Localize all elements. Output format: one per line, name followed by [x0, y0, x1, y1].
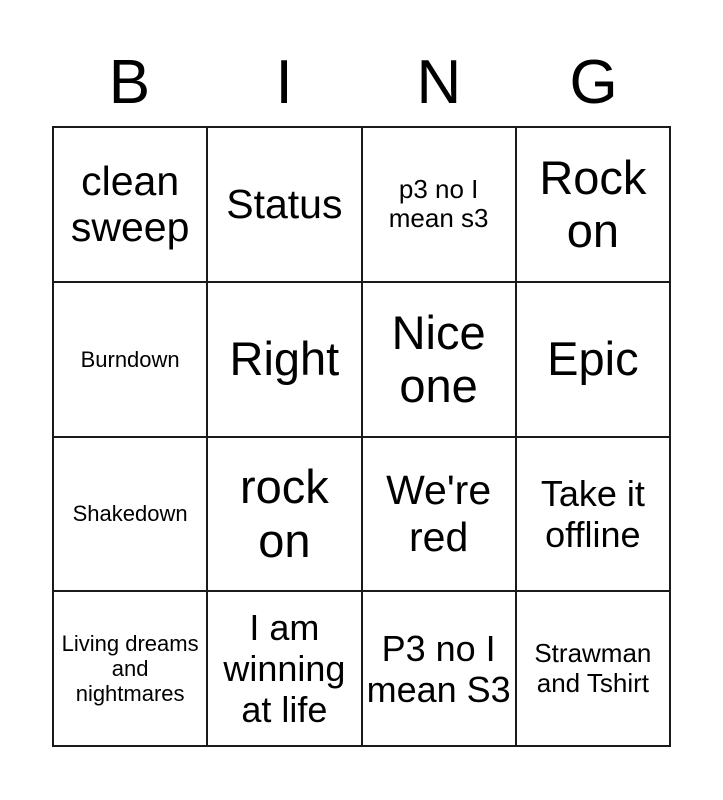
bingo-cell-label: Status: [226, 181, 343, 227]
bingo-cell[interactable]: Status: [208, 128, 363, 283]
bingo-cell[interactable]: Burndown: [54, 282, 209, 438]
bingo-cell-label: p3 no I mean s3: [388, 173, 489, 234]
bingo-cell-label: Strawman and Tshirt: [534, 638, 652, 698]
bingo-cell[interactable]: Rock on: [516, 128, 671, 283]
bingo-cell-label: Nice one: [391, 305, 486, 413]
bingo-cell[interactable]: P3 no I mean S3: [362, 592, 517, 747]
bingo-header-letter-n: N: [416, 48, 462, 117]
bingo-cell[interactable]: Nice one: [362, 282, 517, 438]
bingo-cell[interactable]: Strawman and Tshirt: [516, 592, 671, 747]
bingo-header-letter-b: B: [108, 48, 151, 117]
bingo-cell-label: Rock on: [539, 150, 647, 258]
bingo-header-letter-g: G: [569, 48, 618, 117]
bingo-cell-label: Epic: [547, 332, 639, 386]
bingo-cell-label: Burndown: [80, 346, 180, 372]
bingo-cell[interactable]: p3 no I mean s3: [362, 128, 517, 283]
bingo-cell[interactable]: I am winning at life: [208, 592, 363, 747]
bingo-cell[interactable]: Living dreams and nightmares: [54, 592, 209, 747]
bingo-cell-label: We're red: [386, 467, 492, 560]
bingo-cell-label: Living dreams and nightmares: [61, 631, 199, 707]
bingo-cell[interactable]: clean sweep: [54, 128, 209, 283]
bingo-header-letter-i: I: [275, 48, 293, 117]
bingo-cell[interactable]: Take it offline: [516, 437, 671, 593]
bingo-cell[interactable]: Shakedown: [54, 437, 209, 593]
bingo-cell[interactable]: Epic: [516, 282, 671, 438]
bingo-cell-label: Shakedown: [72, 501, 188, 527]
bingo-cell[interactable]: We're red: [362, 437, 517, 593]
bingo-card: B I N G clean sweep Status p3 no I mean …: [0, 0, 723, 800]
bingo-header: B I N G: [52, 46, 671, 120]
bingo-cell-label: clean sweep: [70, 157, 190, 251]
bingo-cell[interactable]: Right: [208, 282, 363, 438]
bingo-cell[interactable]: rock on: [208, 437, 363, 593]
bingo-cell-label: Take it offline: [540, 472, 645, 555]
bingo-grid: clean sweep Status p3 no I mean s3 Rock …: [52, 126, 671, 747]
bingo-cell-label: I am winning at life: [223, 607, 346, 731]
bingo-cell-label: P3 no I mean S3: [366, 627, 511, 710]
bingo-cell-label: Right: [229, 332, 340, 386]
bingo-cell-label: rock on: [239, 460, 329, 567]
